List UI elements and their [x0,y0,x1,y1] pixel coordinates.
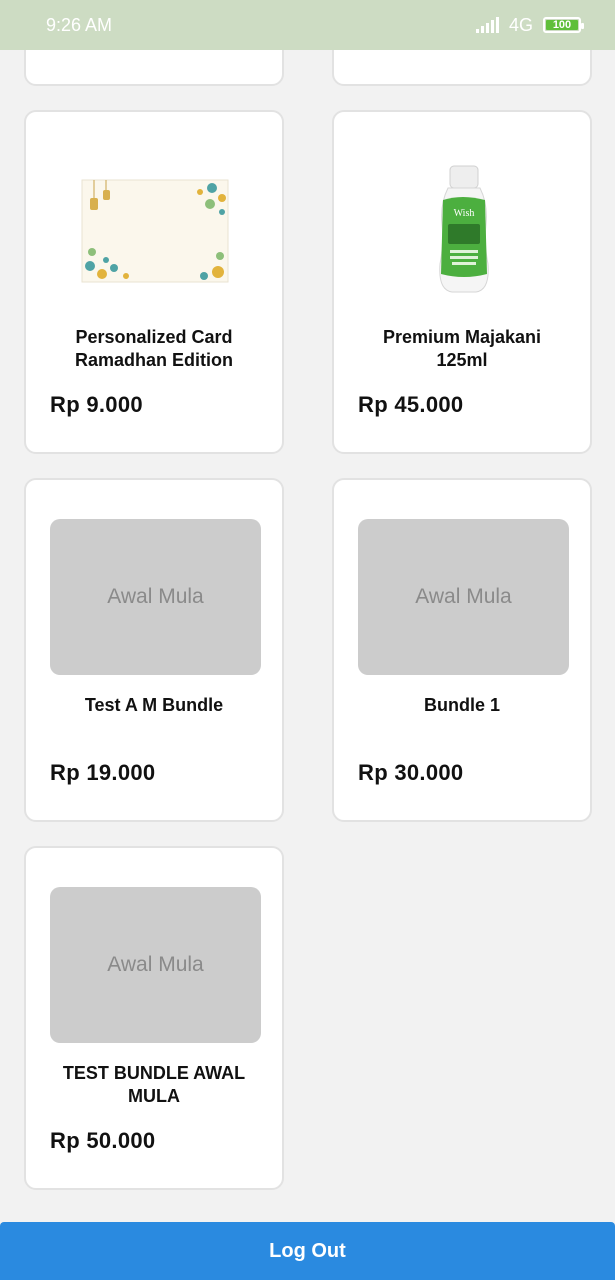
svg-text:Wish: Wish [454,208,475,219]
product-card[interactable]: Awal Mula Bundle 1 Rp 30.000 [332,478,592,822]
battery-level: 100 [552,19,572,31]
product-name: Personalized Card Ramadhan Edition [74,327,233,370]
product-name: TEST BUNDLE AWAL MULA [62,1063,246,1106]
product-price: Rp 9.000 [50,392,143,417]
product-card[interactable]: Wish Premium Majakani 125ml Rp 45.000 [332,110,592,454]
status-indicators: 4G 100 [475,14,584,36]
image-placeholder: Awal Mula [50,519,261,675]
product-card[interactable]: Personalized Card Ramadhan Edition Rp 9.… [24,110,284,454]
product-price: Rp 19.000 [50,760,156,785]
network-type: 4G [508,14,533,35]
product-name: Test A M Bundle [84,695,224,715]
product-price: Rp 30.000 [358,760,464,785]
battery-icon: 100 [543,17,584,33]
product-price: Rp 45.000 [358,392,464,417]
logout-button[interactable]: Log Out [0,1222,615,1280]
ramadhan-card-image [81,179,229,283]
product-name: Bundle 1 [423,695,500,715]
status-time: 9:26 AM [46,14,113,35]
product-card[interactable]: Awal Mula Test A M Bundle Rp 19.000 [24,478,284,822]
product-card[interactable]: Awal Mula TEST BUNDLE AWAL MULA Rp 50.00… [24,846,284,1190]
signal-icon [475,17,499,33]
status-bar: 9:26 AM 4G 100 [0,0,615,50]
image-placeholder: Awal Mula [358,519,569,675]
majakani-bottle-image: Wish [439,165,489,293]
product-name: Premium Majakani 125ml [382,327,542,370]
image-placeholder: Awal Mula [50,887,261,1043]
product-price: Rp 50.000 [50,1128,156,1153]
